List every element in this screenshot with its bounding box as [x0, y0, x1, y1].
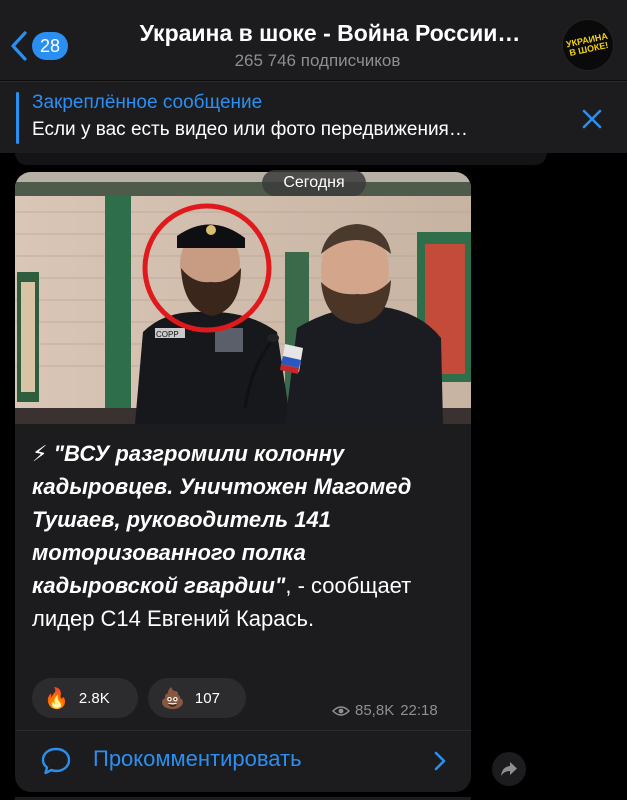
comment-label: Прокомментировать [93, 746, 302, 771]
reaction-count: 2.8K [78, 689, 110, 707]
avatar-logo-text: УКРАИНА В ШОКЕ! [565, 30, 610, 58]
reaction-fire[interactable]: 🔥 2.8K [32, 678, 138, 718]
chevron-right-icon [434, 751, 446, 771]
uniform-patch-text: COPP [156, 330, 179, 339]
pinned-message-bar[interactable]: Закреплённое сообщение Если у вас есть в… [0, 81, 627, 153]
channel-title[interactable]: Украина в шоке - Война России… [120, 20, 540, 47]
chat-header: 28 Украина в шоке - Война России… 265 74… [0, 0, 627, 80]
chevron-left-icon [11, 31, 27, 61]
post-time: 22:18 [400, 702, 438, 719]
fire-icon: 🔥 [44, 687, 69, 710]
view-count: 85,8K [355, 702, 395, 719]
post-text: ⚡ "ВСУ разгромили колонну кадыровцев. Ун… [32, 437, 452, 635]
telegram-channel-screen: 28 Украина в шоке - Война России… 265 74… [0, 0, 627, 800]
lightning-icon: ⚡ [32, 441, 48, 466]
reaction-poop[interactable]: 💩 107 [148, 678, 246, 718]
pinned-text: Если у вас есть видео или фото передвиже… [32, 119, 468, 140]
close-icon[interactable] [576, 103, 608, 135]
pinned-label: Закреплённое сообщение [32, 92, 263, 113]
poop-icon: 💩 [160, 687, 185, 710]
reaction-count: 107 [194, 689, 220, 707]
subscriber-count: 265 746 подписчиков [234, 51, 401, 70]
post-meta: 85,8K 22:18 [332, 702, 444, 719]
pinned-indicator [16, 92, 19, 144]
post-photo-illustration: COPP [15, 172, 471, 424]
channel-avatar[interactable]: УКРАИНА В ШОКЕ! [562, 19, 614, 71]
back-button[interactable]: 28 [8, 26, 80, 66]
share-button[interactable] [492, 752, 526, 786]
comment-bubble-icon [41, 747, 71, 775]
post-photo[interactable]: COPP [15, 172, 471, 424]
share-arrow-icon [501, 762, 517, 776]
previous-message-edge [15, 153, 547, 165]
unread-count-badge: 28 [32, 32, 69, 60]
eye-icon [332, 705, 350, 716]
date-chip: Сегодня [262, 170, 366, 196]
